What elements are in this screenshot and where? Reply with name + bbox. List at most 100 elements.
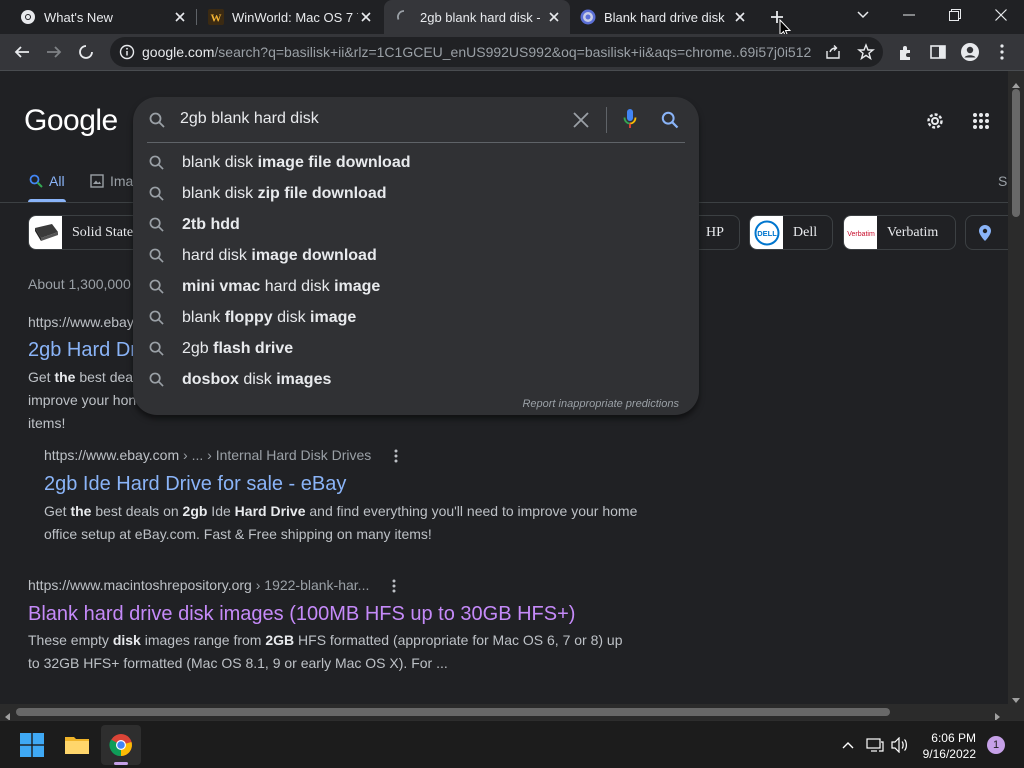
- running-indicator: [114, 762, 128, 765]
- search-input[interactable]: 2gb blank hard disk: [180, 110, 319, 128]
- settings-gear-icon[interactable]: [924, 110, 946, 137]
- file-explorer-button[interactable]: [57, 725, 97, 765]
- divider: [147, 142, 685, 143]
- tab-search-chevron-icon[interactable]: [851, 3, 875, 27]
- apps-grid-icon[interactable]: [972, 112, 990, 135]
- bookmark-star-icon[interactable]: [857, 43, 875, 66]
- chip-solid-state[interactable]: Solid State: [28, 215, 146, 250]
- scrollbar-corner: [1008, 704, 1024, 720]
- search-submit-icon[interactable]: [661, 111, 679, 134]
- report-predictions-link[interactable]: Report inappropriate predictions: [522, 398, 679, 410]
- back-button[interactable]: [10, 40, 34, 64]
- share-icon[interactable]: [824, 43, 842, 66]
- suggestion-item[interactable]: blank floppy disk image: [147, 302, 687, 333]
- verbatim-logo: Verbatim: [844, 216, 877, 249]
- suggestion-item[interactable]: 2gb flash drive: [147, 333, 687, 364]
- scrollbar-thumb[interactable]: [16, 708, 890, 716]
- tab-label: Ima: [110, 173, 134, 189]
- suggestion-text: blank disk zip file download: [182, 184, 387, 202]
- windows-taskbar: 6:06 PM 9/16/2022: [0, 720, 1024, 768]
- suggestion-item[interactable]: 2tb hdd: [147, 209, 687, 240]
- result-cite[interactable]: https://www.ebay.com › ... › Internal Ha…: [44, 447, 371, 463]
- network-icon[interactable]: [865, 736, 885, 754]
- window-close-button[interactable]: [989, 3, 1013, 27]
- search-autocomplete-panel: 2gb blank hard disk blank disk image fil…: [133, 97, 699, 415]
- suggestion-item[interactable]: dosbox disk images: [147, 364, 687, 395]
- result-stats: About 1,300,000: [28, 276, 131, 292]
- tab-winworld[interactable]: W WinWorld: Mac OS 7 7.: [196, 0, 382, 34]
- more-options-icon[interactable]: [386, 578, 402, 594]
- result-title-link[interactable]: 2gb Ide Hard Drive for sale - eBay: [44, 473, 346, 496]
- close-icon[interactable]: [732, 9, 748, 25]
- chrome-menu-icon[interactable]: [990, 40, 1014, 64]
- result-title-link[interactable]: 2gb Hard Dr: [28, 339, 137, 362]
- windows-logo-icon: [20, 733, 44, 757]
- snippet-line: These empty disk images range from 2GB H…: [28, 632, 623, 648]
- chip-location[interactable]: [965, 215, 1008, 250]
- suggestion-item[interactable]: blank disk zip file download: [147, 178, 687, 209]
- close-icon[interactable]: [546, 9, 562, 25]
- more-options-icon[interactable]: [388, 448, 404, 464]
- search-icon: [149, 247, 167, 265]
- tab-blank-hard-drive[interactable]: Blank hard drive disk in: [570, 0, 756, 34]
- result-cite[interactable]: https://www.macintoshrepository.org › 19…: [28, 577, 369, 593]
- result-snippet: Get the best dea improve your hon items!: [28, 366, 138, 435]
- forward-button[interactable]: [42, 40, 66, 64]
- divider: [606, 107, 607, 133]
- google-logo[interactable]: Google: [24, 104, 118, 138]
- result-title-link[interactable]: Blank hard drive disk images (100MB HFS …: [28, 603, 575, 626]
- snippet-lines: These empty disk images range from 2GB H…: [28, 629, 648, 675]
- tray-overflow-chevron-icon[interactable]: [838, 736, 858, 754]
- suggestion-item[interactable]: mini vmac hard disk image: [147, 271, 687, 302]
- extensions-icon[interactable]: [894, 40, 918, 64]
- suggestion-text: mini vmac hard disk image: [182, 277, 381, 295]
- clock-date: 9/16/2022: [922, 747, 976, 761]
- image-icon: [90, 174, 104, 188]
- volume-icon[interactable]: [890, 736, 910, 754]
- horizontal-scrollbar[interactable]: [0, 704, 1008, 721]
- scrollbar-thumb[interactable]: [1012, 89, 1020, 217]
- notification-badge[interactable]: 1: [987, 736, 1005, 754]
- address-bar[interactable]: google.com/search?q=basilisk+ii&rlz=1C1G…: [110, 37, 883, 67]
- system-clock[interactable]: 6:06 PM 9/16/2022: [923, 730, 976, 762]
- result-snippet: These empty disk images range from 2GB H…: [28, 629, 648, 675]
- search-icon: [149, 371, 167, 389]
- chrome-taskbar-button[interactable]: [101, 725, 141, 765]
- tab-whats-new[interactable]: What's New: [0, 0, 196, 34]
- suggestion-text: 2tb hdd: [182, 215, 240, 233]
- ssd-thumbnail-icon: [29, 216, 62, 249]
- tab-title: Blank hard drive disk in: [604, 9, 726, 25]
- site-icon: [580, 9, 596, 25]
- info-icon[interactable]: [119, 44, 135, 65]
- restore-button[interactable]: [943, 3, 967, 27]
- tab-all[interactable]: All: [29, 173, 65, 189]
- search-icon: [149, 154, 167, 172]
- chip-dell[interactable]: DELL Dell: [749, 215, 833, 250]
- snippet-line: items!: [28, 415, 66, 431]
- chip-verbatim[interactable]: Verbatim Verbatim: [843, 215, 956, 250]
- profile-avatar[interactable]: [958, 40, 982, 64]
- snippet-lines: Get the best dea improve your hon items!: [28, 366, 138, 435]
- suggestion-text: dosbox disk images: [182, 370, 332, 388]
- start-button[interactable]: [12, 725, 52, 765]
- clear-search-icon[interactable]: [573, 112, 589, 133]
- tab-images[interactable]: Ima: [90, 173, 133, 189]
- microphone-icon[interactable]: [623, 108, 637, 135]
- stop-loading-button[interactable]: [74, 40, 98, 64]
- url-text[interactable]: google.com/search?q=basilisk+ii&rlz=1C1G…: [142, 44, 812, 60]
- result-cite[interactable]: https://www.ebay: [28, 314, 134, 330]
- tab-google-search[interactable]: 2gb blank hard disk - G: [384, 0, 570, 34]
- search-icon: [149, 216, 167, 234]
- suggestion-item[interactable]: hard disk image download: [147, 240, 687, 271]
- suggestion-text: blank floppy disk image: [182, 308, 357, 326]
- side-panel-icon[interactable]: [926, 40, 950, 64]
- close-icon[interactable]: [358, 9, 374, 25]
- location-pin-icon: [979, 224, 991, 241]
- search-icon: [149, 278, 167, 296]
- suggestion-item[interactable]: blank disk image file download: [147, 147, 687, 178]
- close-icon[interactable]: [172, 9, 188, 25]
- tab-more[interactable]: S: [998, 173, 1007, 189]
- vertical-scrollbar[interactable]: [1008, 71, 1024, 704]
- minimize-button[interactable]: [897, 3, 921, 27]
- tab-label: All: [49, 173, 65, 189]
